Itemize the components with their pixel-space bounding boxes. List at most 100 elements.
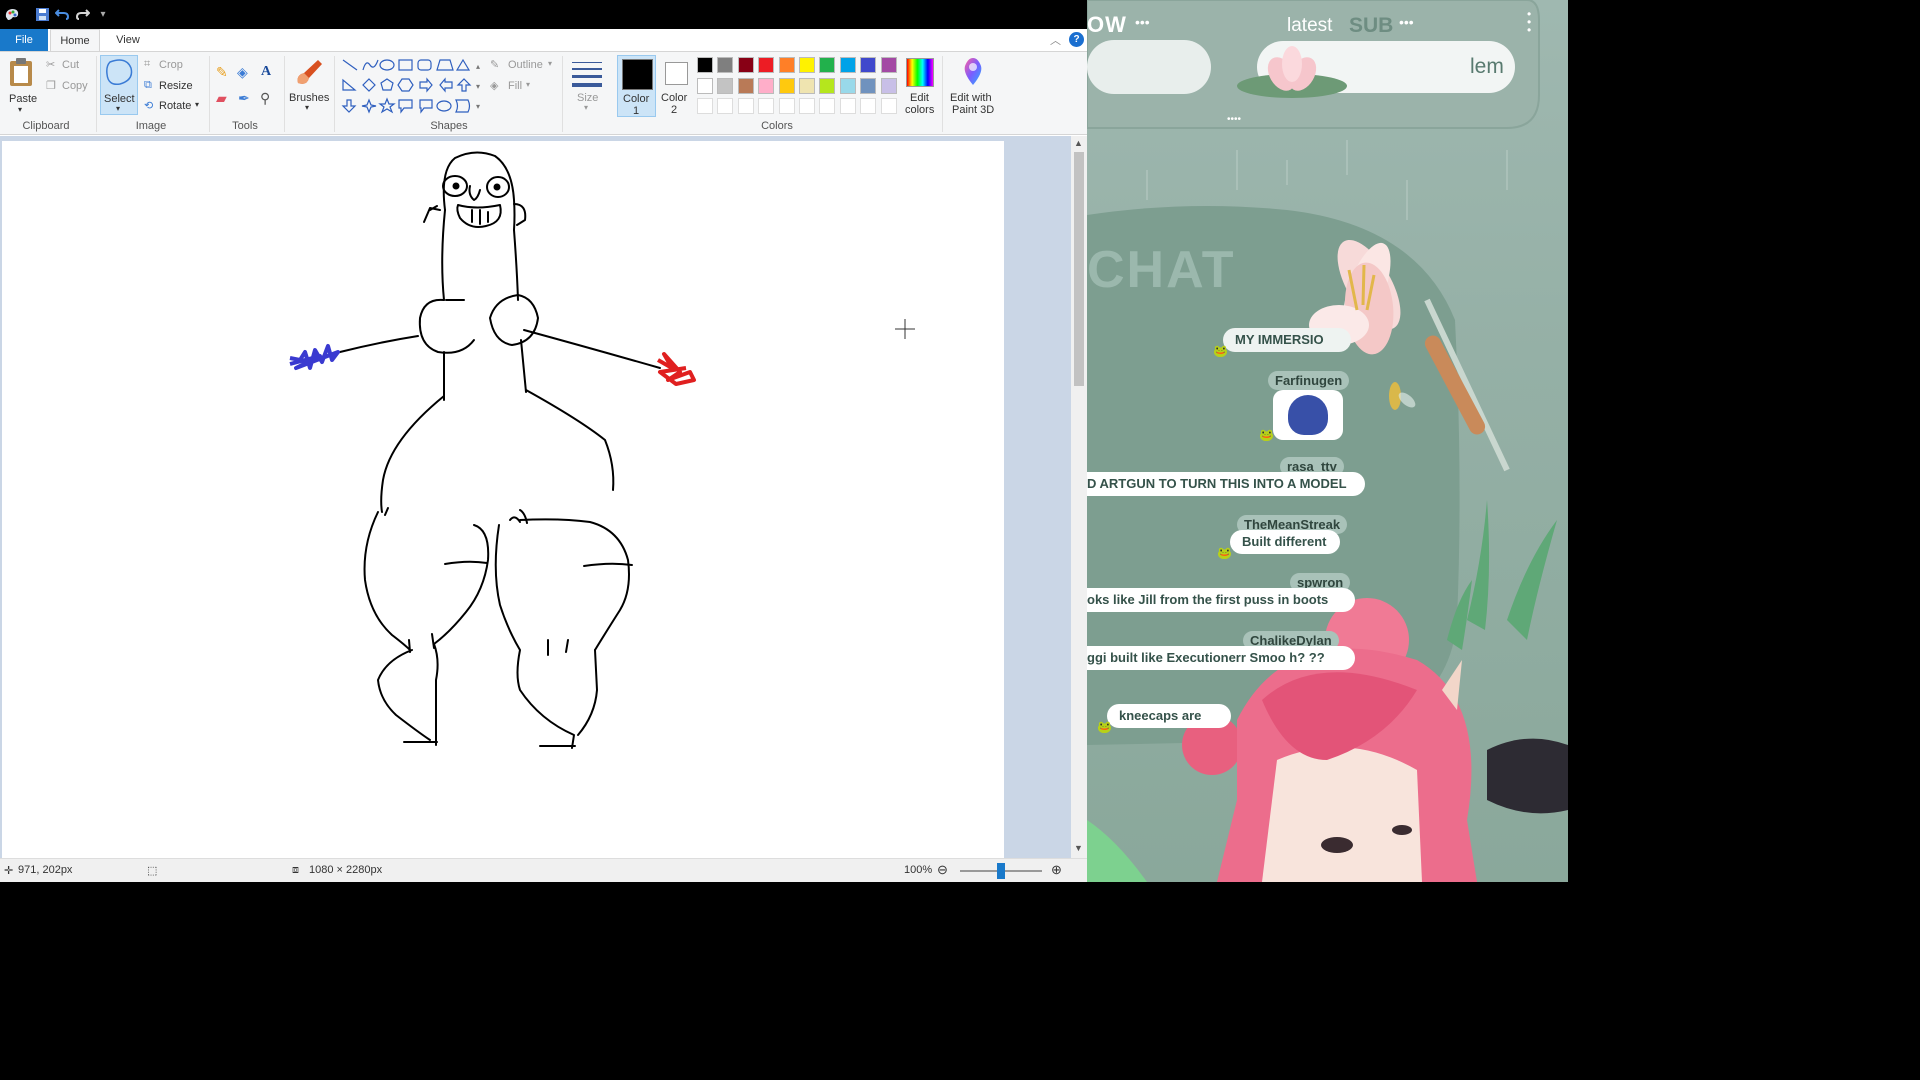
tab-view[interactable]: View xyxy=(106,29,150,51)
crop-button[interactable]: ⌗ Crop xyxy=(143,58,203,74)
palette-swatch[interactable] xyxy=(839,98,856,114)
emote-icon xyxy=(1288,395,1328,435)
outline-dropdown[interactable]: ✎ Outline ▾ xyxy=(490,58,556,74)
divider xyxy=(96,56,97,132)
palette-swatch[interactable] xyxy=(758,98,775,114)
palette-swatch[interactable] xyxy=(860,57,877,73)
palette-swatch[interactable] xyxy=(778,77,795,94)
palette-swatch[interactable] xyxy=(819,57,836,73)
palette-swatch[interactable] xyxy=(758,57,775,73)
help-icon[interactable]: ? xyxy=(1069,32,1084,47)
palette-swatch[interactable] xyxy=(697,77,713,94)
chat-emote-image xyxy=(1273,390,1343,440)
cursor-position: 971, 202px xyxy=(18,864,73,876)
title-bar: ▾ xyxy=(0,0,1087,29)
paint3d-icon xyxy=(964,58,982,85)
zoom-slider-thumb[interactable] xyxy=(997,863,1005,879)
palette-swatch[interactable] xyxy=(799,57,815,73)
select-button[interactable]: Select ▾ xyxy=(100,55,138,115)
palette-swatch[interactable] xyxy=(717,98,734,114)
svg-text:▴: ▴ xyxy=(476,62,480,71)
tab-home[interactable]: Home xyxy=(50,29,100,51)
zoom-slider[interactable] xyxy=(960,863,1042,879)
palette-swatch[interactable] xyxy=(737,98,754,114)
crop-label: Crop xyxy=(159,59,183,71)
palette-swatch[interactable] xyxy=(839,77,856,94)
palette-swatch[interactable] xyxy=(860,98,877,114)
paint3d-label-1: Edit with xyxy=(950,92,992,104)
colors-group-label: Colors xyxy=(761,120,793,132)
scroll-down-icon[interactable]: ▼ xyxy=(1074,843,1083,853)
select-icon xyxy=(106,59,133,86)
palette-swatch[interactable] xyxy=(799,98,815,114)
scissors-icon: ✂ xyxy=(46,59,56,71)
resize-button[interactable]: ⧉ Resize xyxy=(143,79,203,95)
color2-number: 2 xyxy=(671,104,678,116)
save-icon[interactable] xyxy=(34,6,50,22)
color1-swatch xyxy=(622,59,653,90)
palette-swatch[interactable] xyxy=(799,77,815,94)
brushes-button[interactable]: Brushes ▾ xyxy=(288,55,330,115)
pencil-icon[interactable]: ✎ xyxy=(216,64,228,81)
palette-swatch[interactable] xyxy=(860,77,877,94)
fill-bucket-icon[interactable]: ◈ xyxy=(237,64,248,81)
palette-swatch[interactable] xyxy=(697,98,713,114)
undo-icon[interactable] xyxy=(54,6,70,22)
edit-with-paint3d-button[interactable]: Edit with Paint 3D xyxy=(946,55,1000,117)
palette-swatch[interactable] xyxy=(717,57,734,73)
palette-swatch[interactable] xyxy=(778,98,795,114)
palette-swatch[interactable] xyxy=(717,77,734,94)
copy-label: Copy xyxy=(62,80,88,92)
shapes-gallery[interactable]: ▴ ▾ ▾ xyxy=(340,57,486,119)
size-button[interactable]: Size ▾ xyxy=(567,55,607,115)
divider xyxy=(209,56,210,132)
palette-swatch[interactable] xyxy=(839,57,856,73)
scroll-thumb[interactable] xyxy=(1074,152,1084,386)
palette-swatch[interactable] xyxy=(737,57,754,73)
chevron-down-icon: ▾ xyxy=(548,59,553,68)
palette-swatch[interactable] xyxy=(819,77,836,94)
chevron-down-icon: ▾ xyxy=(526,80,531,89)
paint-app-icon[interactable] xyxy=(4,6,20,22)
cursor-position-icon: ✛ xyxy=(4,865,14,877)
vertical-scrollbar[interactable]: ▲ ▼ xyxy=(1071,136,1087,858)
overlay-background xyxy=(1087,0,1568,882)
paint3d-label-2: Paint 3D xyxy=(952,104,995,116)
edit-colors-button[interactable]: Edit colors xyxy=(901,55,939,117)
redo-icon[interactable] xyxy=(75,6,91,22)
cut-button[interactable]: ✂ Cut xyxy=(44,58,94,74)
palette-swatch[interactable] xyxy=(758,77,775,94)
palette-swatch[interactable] xyxy=(697,57,713,73)
fill-dropdown[interactable]: ◈ Fill ▾ xyxy=(490,79,540,95)
palette-swatch[interactable] xyxy=(737,77,754,94)
zoom-in-icon[interactable]: ⊕ xyxy=(1051,862,1062,878)
tab-file[interactable]: File xyxy=(0,29,48,51)
palette-swatch[interactable] xyxy=(778,57,795,73)
paste-button[interactable]: Paste ▾ xyxy=(4,55,38,115)
fill-label: Fill xyxy=(508,80,523,92)
palette-swatch[interactable] xyxy=(880,57,897,73)
chat-message: ggi built like Executionerr Smoo h? ?? xyxy=(1087,646,1355,670)
rotate-button[interactable]: ⟲ Rotate ▾ xyxy=(143,99,205,115)
chat-message: D ARTGUN TO TURN THIS INTO A MODEL xyxy=(1087,472,1365,496)
crosshair-cursor-icon xyxy=(895,319,915,339)
collapse-ribbon-icon[interactable]: ︿ xyxy=(1050,32,1061,48)
dots-decoration-icon: ••• xyxy=(1399,14,1414,30)
palette-swatch[interactable] xyxy=(880,98,897,114)
chat-message: kneecaps are xyxy=(1107,704,1231,728)
color-picker-icon[interactable]: ✒ xyxy=(238,90,250,107)
magnifier-icon[interactable]: ⚲ xyxy=(260,90,270,107)
customize-qat-icon[interactable]: ▾ xyxy=(95,6,111,22)
shapes-group-label: Shapes xyxy=(430,120,468,132)
palette-swatch[interactable] xyxy=(819,98,836,114)
scroll-up-icon[interactable]: ▲ xyxy=(1074,138,1083,148)
chat-username: Farfinugen xyxy=(1268,371,1350,390)
drawing-canvas[interactable] xyxy=(2,141,1004,858)
text-tool-icon[interactable]: A xyxy=(261,64,271,80)
zoom-out-icon[interactable]: ⊖ xyxy=(937,862,948,878)
eraser-icon[interactable]: ▰ xyxy=(216,90,227,107)
color2-button[interactable]: Color 2 xyxy=(658,55,694,117)
palette-swatch[interactable] xyxy=(880,77,897,94)
color1-button[interactable]: Color 1 xyxy=(617,55,656,117)
copy-button[interactable]: ❐ Copy xyxy=(44,79,94,95)
